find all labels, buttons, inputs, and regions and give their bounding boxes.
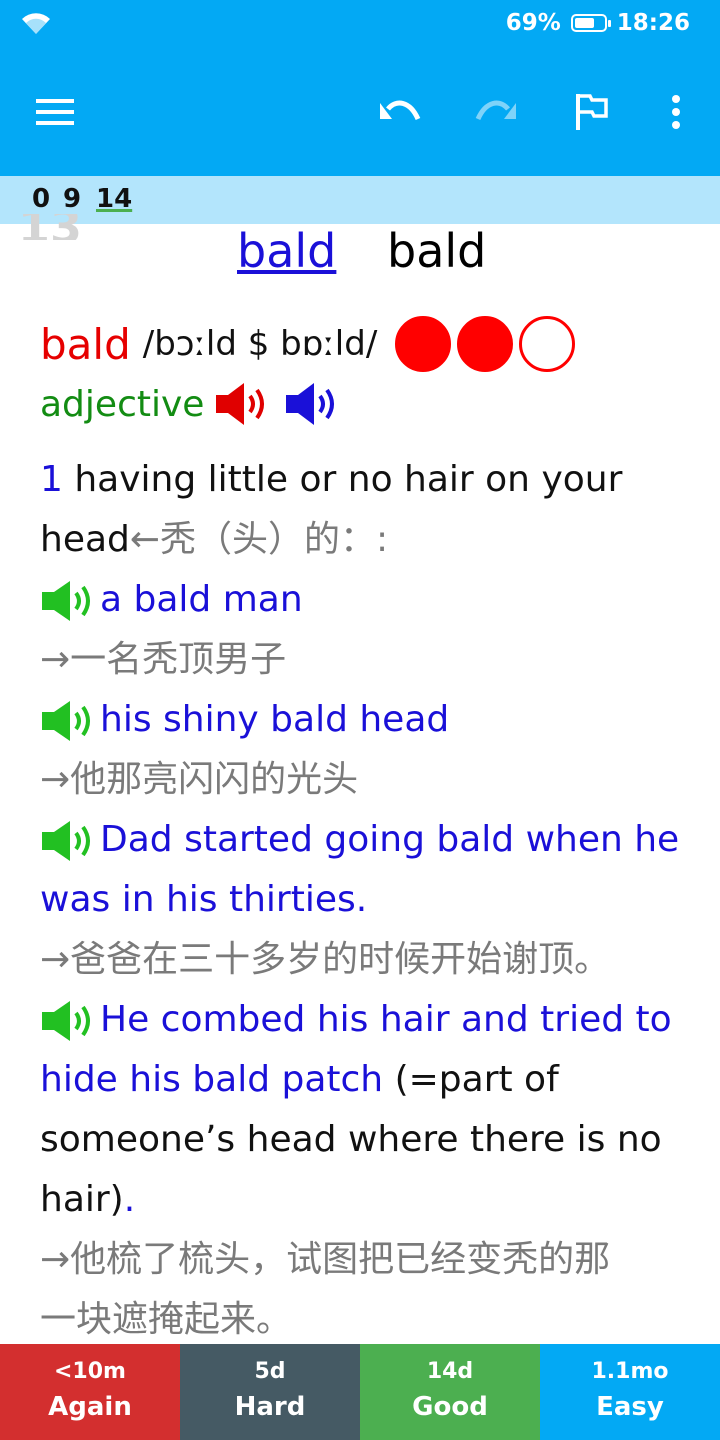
example-gloss: someone’s head where there is no bbox=[40, 1119, 662, 1160]
good-label: Good bbox=[412, 1392, 488, 1422]
again-interval: <10m bbox=[54, 1359, 126, 1384]
example-sentence: his shiny bald head bbox=[100, 699, 450, 740]
part-of-speech: adjective bbox=[40, 383, 205, 425]
example-sentence: He combed his hair and tried to bbox=[100, 999, 672, 1040]
redo-icon bbox=[475, 100, 516, 121]
frequency-dots bbox=[395, 316, 576, 372]
headword: bald bbox=[40, 319, 131, 369]
definition-block: 1 having little or no hair on your head←… bbox=[40, 450, 690, 1350]
undo-icon bbox=[380, 100, 421, 121]
review-count: 9 bbox=[63, 184, 82, 214]
example-sentence: a bald man bbox=[100, 579, 303, 620]
example-translation: 一块遮掩起来。 bbox=[40, 1299, 293, 1340]
flag-button[interactable] bbox=[562, 78, 622, 146]
example-translation: →一名秃顶男子 bbox=[40, 639, 287, 680]
speaker-example-icon[interactable] bbox=[40, 700, 100, 742]
toolbar bbox=[0, 48, 720, 176]
example-sentence: Dad started going bald when he bbox=[100, 819, 680, 860]
definition-line: 1 having little or no hair on your bbox=[40, 450, 690, 510]
good-interval: 14d bbox=[426, 1359, 474, 1384]
redo-button[interactable] bbox=[466, 78, 526, 146]
again-label: Again bbox=[48, 1392, 132, 1422]
example-line: He combed his hair and tried to bbox=[40, 990, 690, 1050]
example-line: a bald man bbox=[40, 570, 690, 630]
example-line: Dad started going bald when he bbox=[40, 810, 690, 870]
frequency-dot-filled bbox=[457, 316, 514, 372]
menu-button[interactable] bbox=[26, 78, 86, 146]
example-translation: →他梳了梳头，试图把已经变秃的那 bbox=[40, 1239, 611, 1280]
word-link[interactable]: bald bbox=[237, 224, 336, 278]
speaker-example-icon[interactable] bbox=[40, 820, 100, 862]
new-count: 0 bbox=[32, 184, 51, 214]
more-options-button[interactable] bbox=[646, 78, 706, 146]
example-line: hide his bald patch (=part of bbox=[40, 1050, 690, 1110]
clock: 18:26 bbox=[616, 10, 690, 36]
example-line: his shiny bald head bbox=[40, 690, 690, 750]
headword-line: bald /bɔːld $ bɒːld/ bbox=[40, 316, 576, 372]
definition-text: head bbox=[40, 519, 130, 560]
pronunciation: /bɔːld $ bɒːld/ bbox=[142, 324, 378, 364]
speaker-american-icon[interactable] bbox=[284, 381, 344, 427]
battery-percent: 69% bbox=[505, 10, 561, 36]
learn-count: 14 bbox=[96, 184, 133, 214]
example-line: hair). bbox=[40, 1170, 690, 1230]
example-gloss: hair) bbox=[40, 1179, 124, 1220]
example-sentence: hide his bald patch bbox=[40, 1059, 384, 1100]
speaker-example-icon[interactable] bbox=[40, 1000, 100, 1042]
example-punctuation: . bbox=[123, 1179, 136, 1220]
frequency-dot-empty bbox=[519, 316, 576, 372]
card-counts-bar: 0 9 14 bbox=[0, 176, 720, 224]
wifi-icon bbox=[22, 13, 50, 35]
battery-icon bbox=[570, 14, 611, 32]
easy-button[interactable]: 1.1mo Easy bbox=[540, 1344, 720, 1440]
undo-button[interactable] bbox=[370, 78, 430, 146]
flag-icon bbox=[576, 94, 608, 130]
good-button[interactable]: 14d Good bbox=[360, 1344, 540, 1440]
hard-button[interactable]: 5d Hard bbox=[180, 1344, 360, 1440]
word-text: bald bbox=[387, 224, 487, 278]
part-of-speech-line: adjective bbox=[40, 376, 344, 432]
menu-icon bbox=[36, 99, 74, 125]
definition-translation: ←秃（头）的：: bbox=[129, 519, 389, 560]
example-sentence: was in his thirties. bbox=[40, 879, 368, 920]
frequency-dot-filled bbox=[395, 316, 452, 372]
definition-line: head←秃（头）的：: bbox=[40, 510, 690, 570]
speaker-british-icon[interactable] bbox=[214, 381, 274, 427]
battery-fill bbox=[574, 18, 595, 28]
speaker-example-icon[interactable] bbox=[40, 580, 100, 622]
example-gloss: (=part of bbox=[383, 1059, 559, 1100]
answer-buttons: <10m Again 5d Hard 14d Good 1.1mo Easy bbox=[0, 1344, 720, 1440]
hard-label: Hard bbox=[234, 1392, 306, 1422]
hard-interval: 5d bbox=[254, 1359, 286, 1384]
easy-interval: 1.1mo bbox=[591, 1359, 669, 1384]
word-header: bald bald bbox=[40, 224, 690, 284]
example-translation: →他那亮闪闪的光头 bbox=[40, 759, 359, 800]
more-vert-icon bbox=[672, 95, 680, 129]
example-translation: →爸爸在三十多岁的时候开始谢顶。 bbox=[40, 939, 611, 980]
definition-text: having little or no hair on your bbox=[74, 459, 623, 500]
sense-number: 1 bbox=[40, 459, 63, 500]
again-button[interactable]: <10m Again bbox=[0, 1344, 180, 1440]
status-bar: 69% 18:26 bbox=[0, 0, 720, 48]
easy-label: Easy bbox=[596, 1392, 664, 1422]
